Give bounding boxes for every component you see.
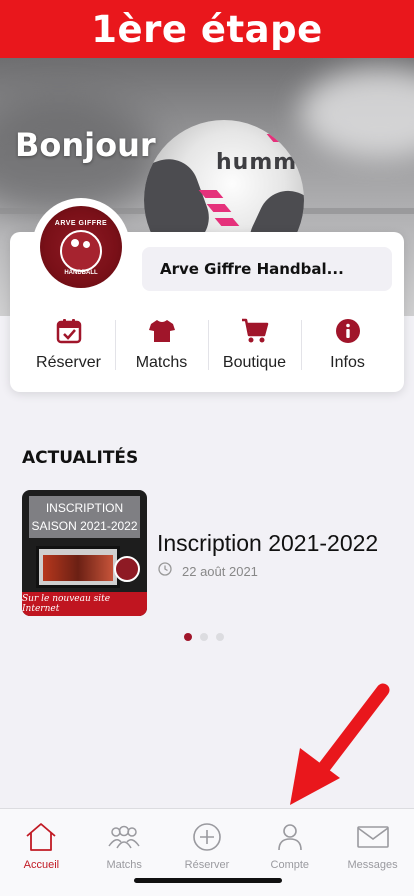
greeting-title: Bonjour [15,126,156,164]
handball-emblem-icon [60,230,102,272]
jersey-icon [148,318,176,344]
news-section-title: ACTUALITÉS [22,448,139,468]
plus-circle-icon [190,821,224,853]
shortcut-infos[interactable]: Infos [301,316,394,376]
mail-icon [356,821,390,853]
shortcut-label: Boutique [222,354,287,371]
tab-label: Messages [347,859,398,871]
shortcut-matchs[interactable]: Matchs [115,316,208,376]
club-name: Arve Giffre Handbal... [160,260,344,278]
club-logo[interactable]: ARVE GIFFRE HANDBALL [32,198,130,296]
calendar-check-icon [55,318,83,344]
tab-label: Matchs [106,859,142,871]
shortcut-boutique[interactable]: Boutique [208,316,301,376]
club-selector[interactable]: Arve Giffre Handbal... [142,247,392,291]
step-banner: 1ère étape [0,0,414,58]
tab-label: Réserver [184,859,230,871]
logo-top-text: ARVE GIFFRE [54,220,108,227]
logo-bottom-text: HANDBALL [64,270,98,276]
shortcut-label: Infos [330,354,365,371]
news-thumbnail: INSCRIPTION SAISON 2021-2022 Sur le nouv… [22,490,147,616]
page-dot[interactable] [216,633,224,641]
shortcut-label: Matchs [135,354,188,371]
users-icon [107,821,141,853]
news-title: Inscription 2021-2022 [157,530,379,556]
shortcut-bar: Réserver Matchs Boutique Infos [22,316,394,376]
ball-brand-text: hummel [216,150,304,175]
news-card[interactable]: INSCRIPTION SAISON 2021-2022 Sur le nouv… [22,490,402,616]
tab-label: Compte [270,859,310,871]
tab-label: Accueil [23,859,60,871]
tab-accueil[interactable]: Accueil [0,809,83,896]
tab-messages[interactable]: Messages [331,809,414,896]
thumb-title-line1: INSCRIPTION [45,501,124,515]
step-banner-text: 1ère étape [91,7,323,51]
thumb-footer-text: Sur le nouveau site Internet [22,594,111,614]
shortcut-reserver[interactable]: Réserver [22,316,115,376]
news-date: 22 août 2021 [182,564,258,579]
carousel-pagination[interactable] [184,633,224,641]
page-dot-active[interactable] [184,633,192,641]
home-indicator[interactable] [134,878,282,883]
shortcut-label: Réserver [36,354,101,371]
club-badge-icon [114,556,140,582]
page-dot[interactable] [200,633,208,641]
thumb-title-line2: SAISON 2021-2022 [31,519,138,533]
cart-icon [241,318,269,344]
clock-icon [158,562,172,581]
home-icon [24,821,58,853]
person-icon [273,821,307,853]
info-icon [334,318,362,344]
